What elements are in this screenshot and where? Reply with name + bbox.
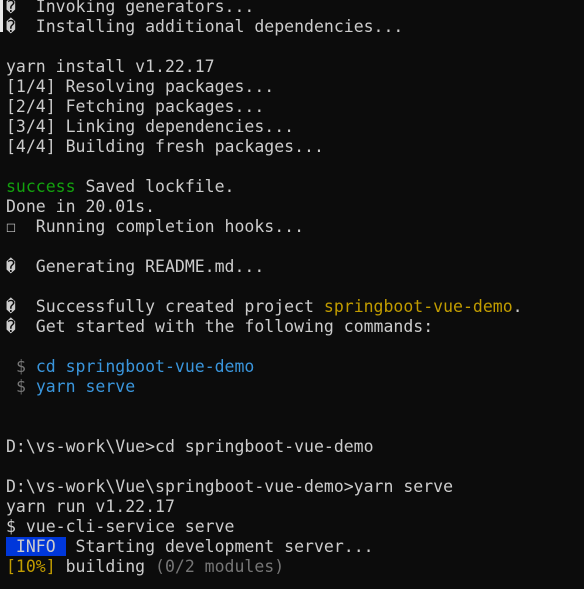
unknown-glyph-icon: � — [6, 297, 16, 316]
terminal-line: [1/4] Resolving packages... — [6, 77, 275, 96]
terminal-line: Done in 20.01s. — [6, 197, 156, 216]
unknown-glyph-icon: � — [6, 257, 16, 276]
unknown-glyph-icon: � — [6, 17, 16, 36]
terminal-line: [3/4] Linking dependencies... — [6, 117, 295, 136]
suggested-command: cd springboot-vue-demo — [35, 357, 255, 376]
scrollbar-thumb[interactable] — [0, 0, 3, 32]
terminal-line: � Installing additional dependencies... — [6, 17, 404, 36]
terminal-line: � Invoking generators... — [6, 0, 584, 17]
unknown-glyph-icon: � — [6, 0, 16, 16]
terminal-line: success Saved lockfile. — [6, 177, 235, 196]
info-badge: INFO — [6, 537, 66, 556]
terminal-line: � Get started with the following command… — [6, 317, 434, 336]
terminal-line: [2/4] Fetching packages... — [6, 97, 265, 116]
success-label: success — [6, 177, 76, 196]
suggested-command: yarn serve — [35, 377, 136, 396]
terminal-line: � Successfully created project springboo… — [6, 297, 523, 316]
terminal-line: INFO Starting development server... — [6, 537, 374, 556]
terminal-line: [4/4] Building fresh packages... — [6, 137, 324, 156]
unknown-glyph-icon: � — [6, 317, 16, 336]
terminal-line: ☐ Running completion hooks... — [6, 217, 305, 236]
terminal-line: $ vue-cli-service serve — [6, 517, 235, 536]
dollar-prompt-icon: $ — [15, 377, 26, 396]
dollar-prompt-icon: $ — [15, 357, 26, 376]
terminal-line: yarn run v1.22.17 — [6, 497, 175, 516]
project-name: springboot-vue-demo — [323, 297, 513, 316]
terminal-window[interactable]: � Invoking generators... � Installing ad… — [0, 0, 584, 589]
command-prompt-line: D:\vs-work\Vue>cd springboot-vue-demo — [6, 437, 374, 456]
terminal-line: � Generating README.md... — [6, 257, 265, 276]
terminal-line: [10%] building (0/2 modules) — [6, 557, 285, 576]
terminal-line: $ cd springboot-vue-demo — [6, 357, 584, 377]
modules-count: (0/2 modules) — [155, 557, 285, 576]
command-prompt-line: D:\vs-work\Vue\springboot-vue-demo>yarn … — [6, 477, 454, 496]
terminal-line: $ yarn serve — [6, 377, 584, 397]
terminal-line: yarn install v1.22.17 — [6, 57, 215, 76]
progress-percent: [10%] — [6, 557, 56, 576]
box-glyph-icon: ☐ — [6, 217, 16, 236]
